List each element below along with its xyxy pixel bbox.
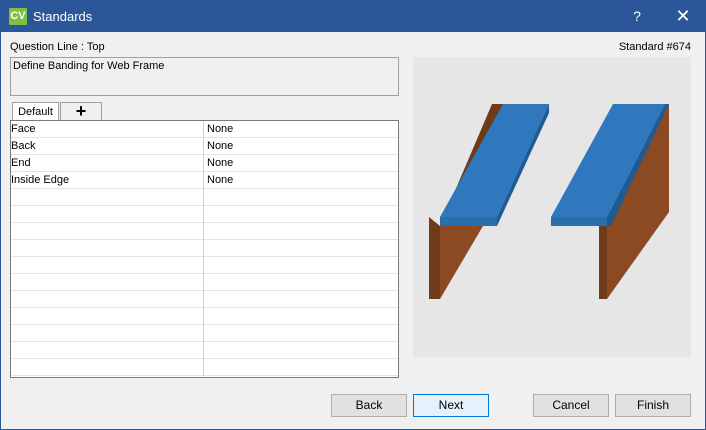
property-value — [205, 257, 398, 274]
property-value — [205, 223, 398, 240]
property-value[interactable]: None — [205, 138, 398, 155]
left-frame-front-face — [440, 226, 483, 299]
add-tab-button[interactable]: + — [60, 102, 102, 120]
tab-default[interactable]: Default — [12, 102, 59, 120]
grid-row-inside-edge[interactable]: Inside Edge None — [11, 172, 398, 189]
standards-dialog: CV Standards ? ✕ Question Line : Top Sta… — [0, 0, 706, 430]
grid-row-empty — [11, 308, 398, 325]
property-value — [205, 308, 398, 325]
property-name — [11, 342, 204, 359]
app-icon: CV — [9, 8, 27, 25]
help-button[interactable]: ? — [615, 1, 659, 32]
property-name — [11, 359, 204, 376]
right-frame-side-face — [599, 217, 607, 299]
window-title: Standards — [33, 9, 93, 24]
property-name: End — [11, 155, 204, 172]
property-value — [205, 206, 398, 223]
cancel-button[interactable]: Cancel — [533, 394, 609, 417]
property-name — [11, 206, 204, 223]
close-button[interactable]: ✕ — [661, 1, 705, 32]
question-line-label: Question Line : Top — [10, 41, 105, 53]
property-grid[interactable]: Face None Back None End None Inside Edge… — [10, 120, 399, 378]
property-value — [205, 359, 398, 376]
property-name: Back — [11, 138, 204, 155]
grid-row-empty — [11, 257, 398, 274]
property-value[interactable]: None — [205, 172, 398, 189]
empty-rows — [11, 189, 398, 376]
property-value[interactable]: None — [205, 155, 398, 172]
property-value — [205, 325, 398, 342]
property-name: Inside Edge — [11, 172, 204, 189]
property-name — [11, 308, 204, 325]
property-value — [205, 189, 398, 206]
property-value — [205, 240, 398, 257]
property-value — [205, 342, 398, 359]
left-frame-side-face — [429, 217, 440, 299]
property-name: Face — [11, 121, 204, 138]
grid-row-empty — [11, 342, 398, 359]
property-name — [11, 189, 204, 206]
property-value[interactable]: None — [205, 121, 398, 138]
grid-row-face[interactable]: Face None — [11, 121, 398, 138]
next-button[interactable]: Next — [413, 394, 489, 417]
finish-button[interactable]: Finish — [615, 394, 691, 417]
property-name — [11, 274, 204, 291]
property-name — [11, 257, 204, 274]
property-value — [205, 291, 398, 308]
title-bar[interactable]: CV Standards ? ✕ — [1, 1, 705, 32]
plus-icon: + — [75, 101, 87, 121]
grid-row-empty — [11, 223, 398, 240]
grid-row-back[interactable]: Back None — [11, 138, 398, 155]
grid-row-empty — [11, 325, 398, 342]
grid-row-empty — [11, 240, 398, 257]
grid-row-empty — [11, 189, 398, 206]
banding-preview-image — [413, 57, 691, 357]
grid-row-end[interactable]: End None — [11, 155, 398, 172]
property-name — [11, 240, 204, 257]
grid-row-empty — [11, 291, 398, 308]
right-banding-front — [551, 217, 607, 226]
property-name — [11, 291, 204, 308]
property-name — [11, 325, 204, 342]
left-banding-top — [440, 104, 549, 217]
web-frame-banding-diagram — [429, 104, 669, 299]
grid-row-empty — [11, 274, 398, 291]
standard-number-label: Standard #674 — [618, 41, 691, 53]
property-value — [205, 274, 398, 291]
property-name — [11, 223, 204, 240]
description-box: Define Banding for Web Frame — [10, 57, 399, 96]
back-button[interactable]: Back — [331, 394, 407, 417]
grid-row-empty — [11, 359, 398, 376]
grid-row-empty — [11, 206, 398, 223]
left-banding-front — [440, 217, 497, 226]
